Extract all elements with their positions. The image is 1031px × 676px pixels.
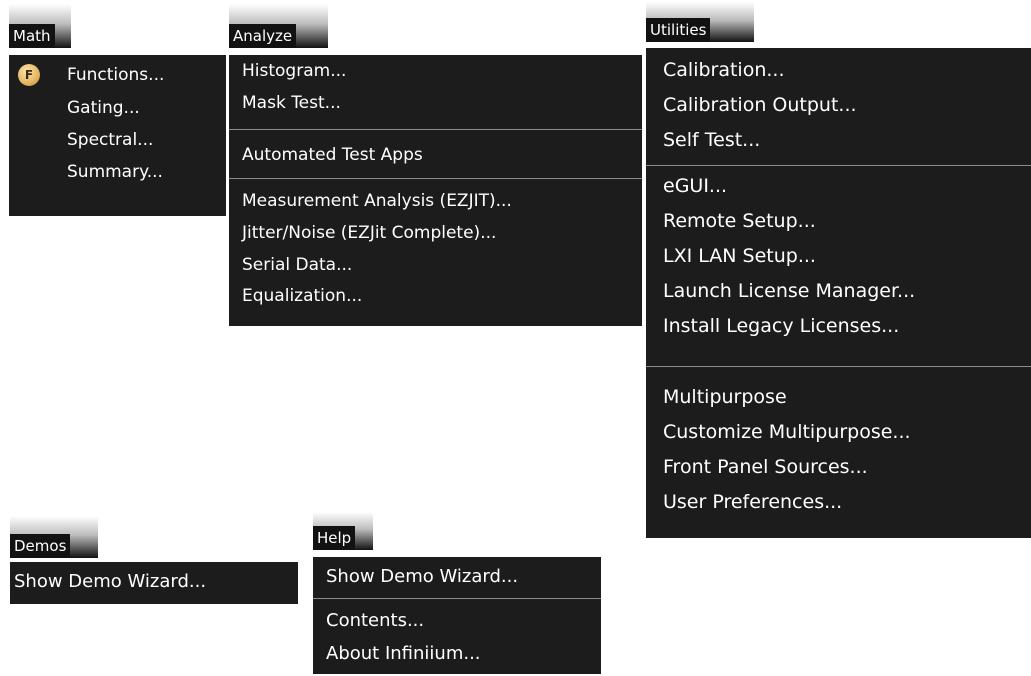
analyze-item-label: Measurement Analysis (EZJIT)... — [242, 191, 512, 211]
utilities-separator — [646, 366, 1031, 367]
help-item-label: Show Demo Wizard... — [326, 565, 519, 587]
utilities-item-customize-multipurpose[interactable]: Customize Multipurpose... — [646, 414, 1031, 449]
utilities-item-label: Customize Multipurpose... — [663, 420, 911, 443]
utilities-item-user-preferences[interactable]: User Preferences... — [646, 484, 1031, 519]
math-item-gating[interactable]: Gating... — [9, 92, 226, 124]
help-item-show-demo-wizard[interactable]: Show Demo Wizard... — [313, 560, 601, 592]
analyze-item-automated-test-apps[interactable]: Automated Test Apps — [229, 139, 642, 171]
math-item-label: Summary... — [67, 162, 163, 182]
utilities-item-label: Front Panel Sources... — [663, 455, 868, 478]
utilities-item-calibration[interactable]: Calibration... — [646, 52, 1031, 87]
utilities-dropdown: Calibration... Calibration Output... Sel… — [646, 48, 1031, 538]
utilities-item-label: Install Legacy Licenses... — [663, 314, 900, 337]
demos-menu-header[interactable]: Demos — [10, 516, 98, 558]
utilities-menu-header[interactable]: Utilities — [646, 2, 754, 42]
analyze-item-serial-data[interactable]: Serial Data... — [229, 249, 642, 281]
help-menu-header[interactable]: Help — [313, 512, 373, 550]
analyze-separator — [229, 178, 642, 179]
analyze-menu-title[interactable]: Analyze — [229, 24, 297, 48]
analyze-item-label: Mask Test... — [242, 93, 341, 113]
utilities-item-remote-setup[interactable]: Remote Setup... — [646, 203, 1031, 238]
analyze-item-jitter-noise[interactable]: Jitter/Noise (EZJit Complete)... — [229, 217, 642, 249]
help-item-contents[interactable]: Contents... — [313, 604, 601, 636]
demos-dropdown: Show Demo Wizard... — [10, 562, 298, 604]
functions-f-icon: F — [18, 64, 40, 86]
analyze-item-label: Equalization... — [242, 286, 363, 306]
utilities-item-label: Calibration... — [663, 58, 785, 81]
help-dropdown: Show Demo Wizard... Contents... About In… — [313, 557, 601, 674]
utilities-item-label: Calibration Output... — [663, 93, 857, 116]
math-item-functions[interactable]: F Functions... — [9, 60, 226, 90]
analyze-item-label: Automated Test Apps — [242, 145, 423, 165]
help-item-label: Contents... — [326, 609, 425, 631]
help-menu-block: Help Show Demo Wizard... Contents... Abo… — [313, 512, 601, 676]
help-item-label: About Infiniium... — [326, 642, 481, 664]
demos-item-label: Show Demo Wizard... — [14, 570, 207, 592]
analyze-item-equalization[interactable]: Equalization... — [229, 280, 642, 312]
math-item-summary[interactable]: Summary... — [9, 156, 226, 188]
math-menu-block: Math F Functions... Gating... Spectral..… — [9, 4, 226, 216]
math-item-label: Spectral... — [67, 130, 154, 150]
analyze-item-label: Jitter/Noise (EZJit Complete)... — [242, 223, 497, 243]
utilities-item-label: eGUI... — [663, 174, 728, 197]
help-item-about-infiniium[interactable]: About Infiniium... — [313, 637, 601, 669]
demos-menu-title[interactable]: Demos — [10, 534, 71, 558]
utilities-item-egui[interactable]: eGUI... — [646, 168, 1031, 203]
utilities-item-label: Launch License Manager... — [663, 279, 916, 302]
analyze-menu-block: Analyze Histogram... Mask Test... Automa… — [229, 4, 642, 326]
utilities-menu-title[interactable]: Utilities — [646, 18, 711, 42]
analyze-separator — [229, 129, 642, 130]
help-separator — [313, 598, 601, 599]
analyze-item-mask-test[interactable]: Mask Test... — [229, 87, 642, 119]
utilities-item-calibration-output[interactable]: Calibration Output... — [646, 87, 1031, 122]
utilities-item-launch-license-manager[interactable]: Launch License Manager... — [646, 273, 1031, 308]
math-dropdown: F Functions... Gating... Spectral... Sum… — [9, 55, 226, 216]
utilities-item-label: Remote Setup... — [663, 209, 816, 232]
utilities-item-multipurpose[interactable]: Multipurpose — [646, 379, 1031, 414]
analyze-item-label: Serial Data... — [242, 255, 353, 275]
analyze-item-label: Histogram... — [242, 61, 347, 81]
utilities-menu-block: Utilities Calibration... Calibration Out… — [646, 2, 1031, 538]
utilities-item-front-panel-sources[interactable]: Front Panel Sources... — [646, 449, 1031, 484]
analyze-dropdown: Histogram... Mask Test... Automated Test… — [229, 55, 642, 326]
utilities-item-self-test[interactable]: Self Test... — [646, 122, 1031, 157]
utilities-item-label: User Preferences... — [663, 490, 843, 513]
help-menu-title[interactable]: Help — [313, 526, 356, 550]
analyze-menu-header[interactable]: Analyze — [229, 4, 328, 48]
utilities-item-label: Multipurpose — [663, 385, 787, 408]
math-item-label: Functions... — [67, 65, 165, 85]
math-menu-title[interactable]: Math — [9, 24, 55, 48]
math-item-spectral[interactable]: Spectral... — [9, 124, 226, 156]
math-item-label: Gating... — [67, 98, 140, 118]
demos-item-show-demo-wizard[interactable]: Show Demo Wizard... — [10, 565, 298, 597]
utilities-item-label: LXI LAN Setup... — [663, 244, 816, 267]
analyze-item-measurement-analysis[interactable]: Measurement Analysis (EZJIT)... — [229, 185, 642, 217]
utilities-item-install-legacy-licenses[interactable]: Install Legacy Licenses... — [646, 308, 1031, 343]
analyze-item-histogram[interactable]: Histogram... — [229, 55, 642, 87]
math-menu-header[interactable]: Math — [9, 4, 71, 48]
utilities-item-label: Self Test... — [663, 128, 761, 151]
demos-menu-block: Demos Show Demo Wizard... — [10, 516, 298, 604]
utilities-separator — [646, 165, 1031, 166]
utilities-item-lxi-lan-setup[interactable]: LXI LAN Setup... — [646, 238, 1031, 273]
